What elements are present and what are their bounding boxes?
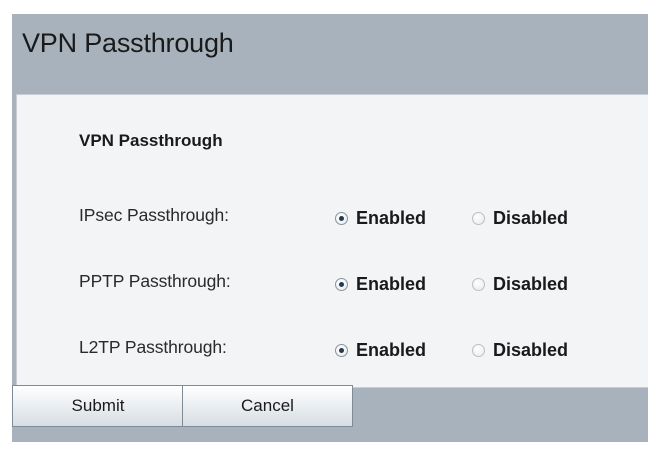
ipsec-disabled-label[interactable]: Disabled (493, 208, 568, 229)
page-title: VPN Passthrough (22, 28, 234, 58)
ipsec-disabled-radio[interactable]: Disabled (472, 205, 568, 231)
ipsec-enabled-radio[interactable]: Enabled (335, 205, 426, 231)
pptp-disabled-label[interactable]: Disabled (493, 274, 568, 295)
cancel-button[interactable]: Cancel (182, 385, 353, 427)
ipsec-passthrough-label: IPsec Passthrough: (79, 205, 229, 225)
row-pptp-passthrough: PPTP Passthrough: Enabled Disabled (17, 271, 648, 301)
section-heading: VPN Passthrough (79, 131, 223, 150)
pptp-enabled-label[interactable]: Enabled (356, 274, 426, 295)
radio-selected-icon[interactable] (335, 277, 348, 291)
ipsec-enabled-label[interactable]: Enabled (356, 208, 426, 229)
content-frame: VPN Passthrough VPN Passthrough IPsec Pa… (12, 14, 648, 442)
l2tp-enabled-radio[interactable]: Enabled (335, 337, 426, 363)
settings-panel: VPN Passthrough IPsec Passthrough: Enabl… (16, 94, 648, 388)
radio-selected-icon[interactable] (335, 211, 348, 225)
row-ipsec-passthrough: IPsec Passthrough: Enabled Disabled (17, 205, 648, 235)
radio-unselected-icon[interactable] (472, 277, 485, 291)
radio-unselected-icon[interactable] (472, 343, 485, 357)
l2tp-enabled-label[interactable]: Enabled (356, 340, 426, 361)
submit-button[interactable]: Submit (12, 385, 184, 427)
pptp-disabled-radio[interactable]: Disabled (472, 271, 568, 297)
l2tp-passthrough-label: L2TP Passthrough: (79, 337, 227, 357)
row-l2tp-passthrough: L2TP Passthrough: Enabled Disabled (17, 337, 648, 367)
pptp-enabled-radio[interactable]: Enabled (335, 271, 426, 297)
radio-selected-icon[interactable] (335, 343, 348, 357)
pptp-passthrough-label: PPTP Passthrough: (79, 271, 231, 291)
radio-unselected-icon[interactable] (472, 211, 485, 225)
l2tp-disabled-radio[interactable]: Disabled (472, 337, 568, 363)
l2tp-disabled-label[interactable]: Disabled (493, 340, 568, 361)
